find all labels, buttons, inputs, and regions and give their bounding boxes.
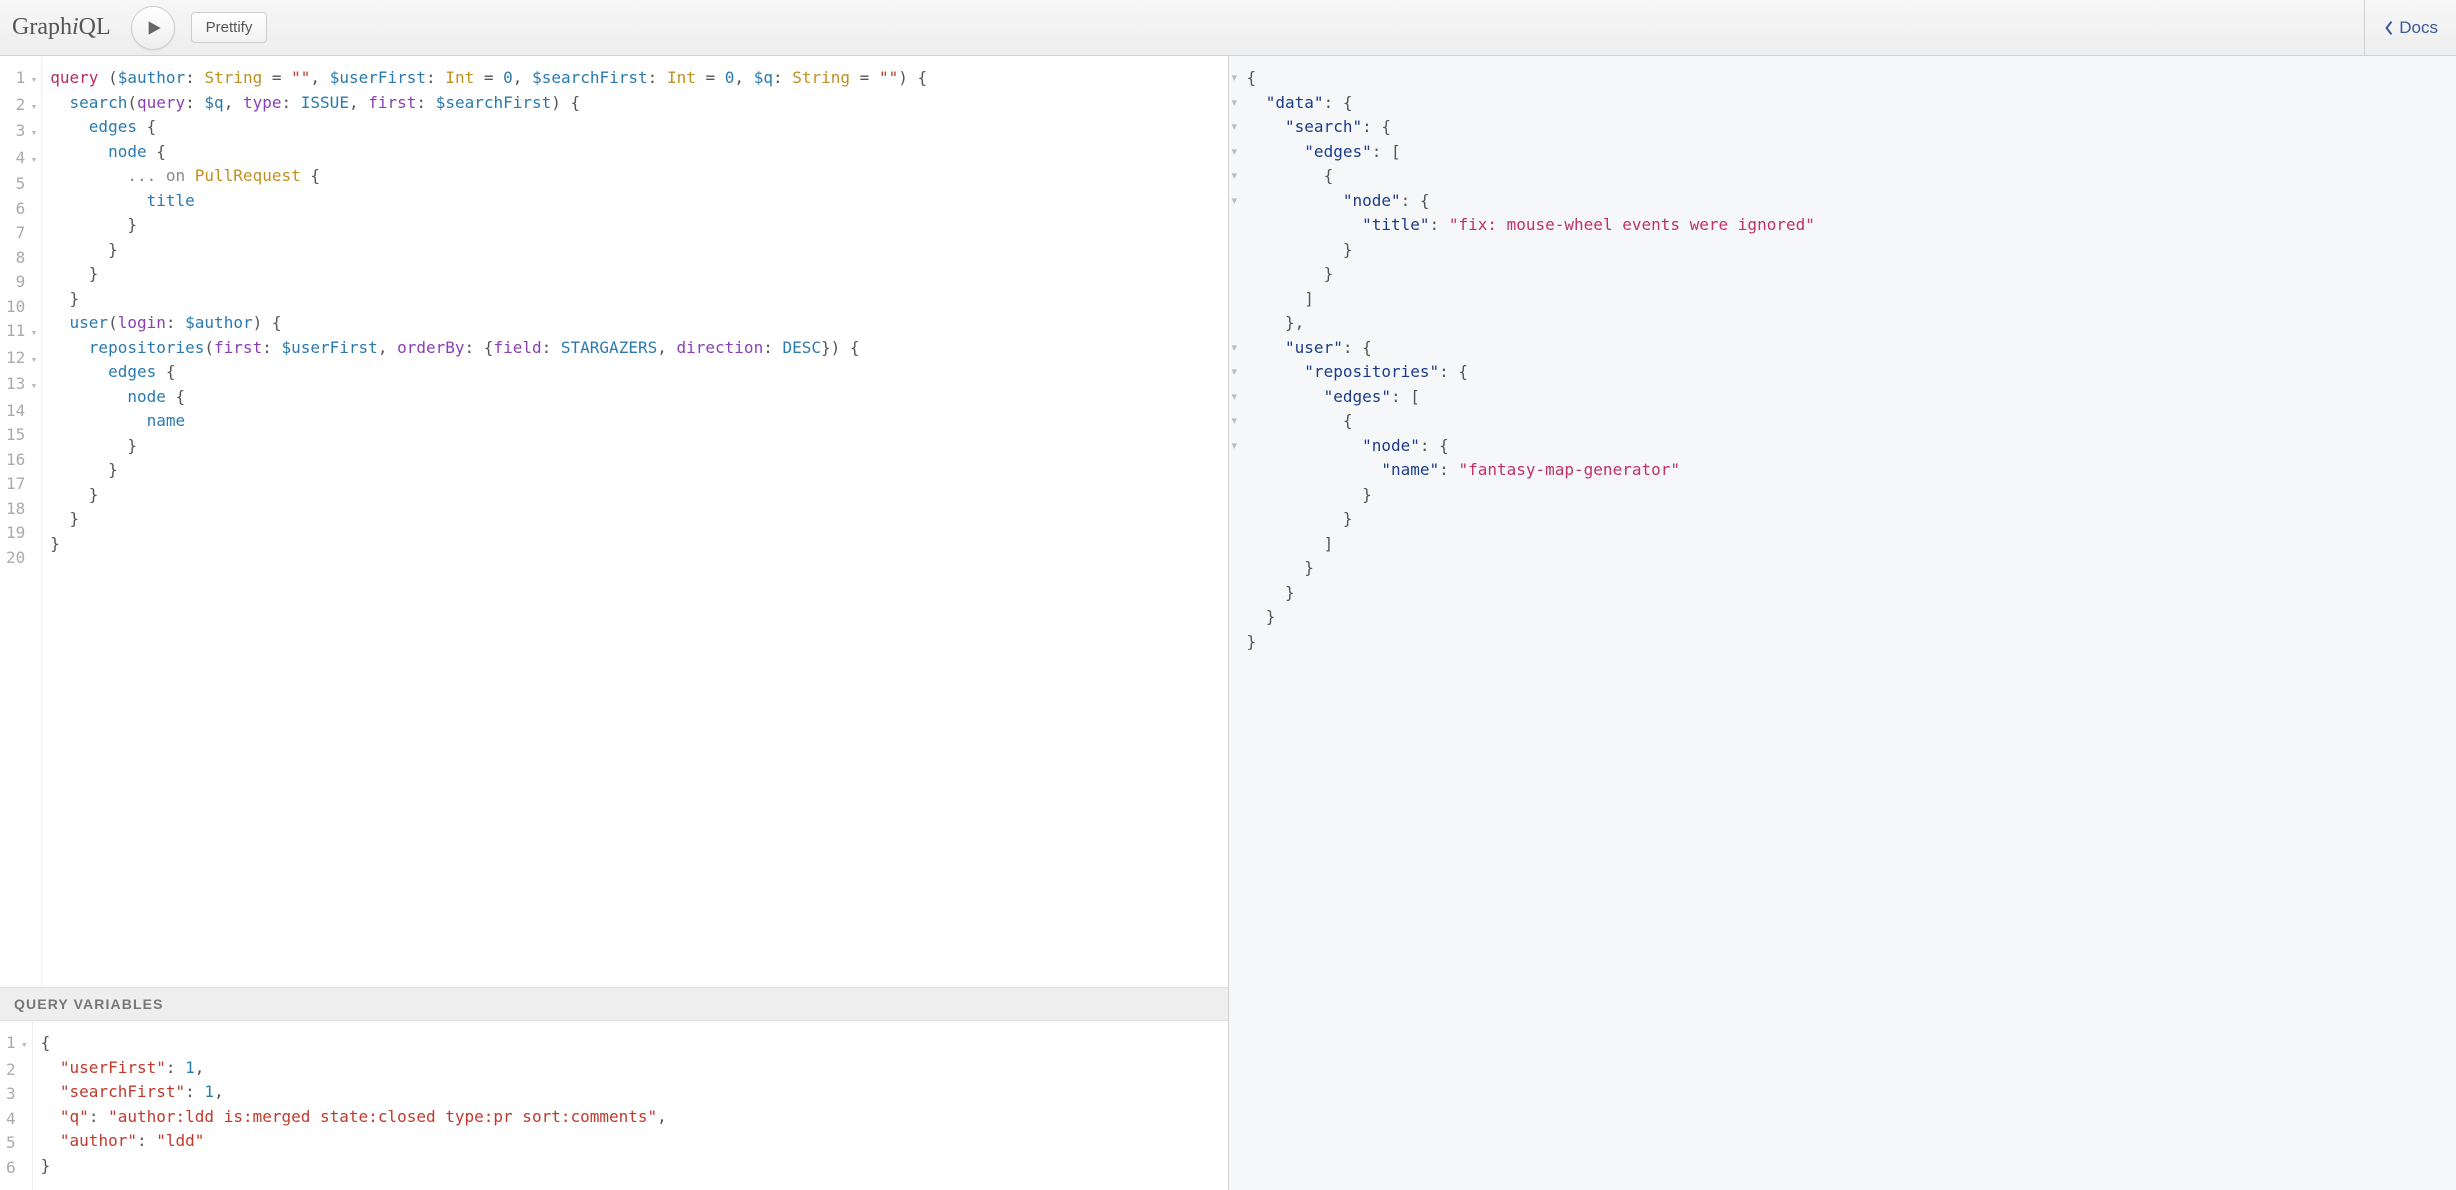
result-gutter: ▾▾▾▾▾▾ ▾▾▾▾▾ (1229, 66, 1238, 654)
variables-gutter: 1▾23456 (0, 1021, 33, 1190)
logo-text-i: i (72, 14, 79, 40)
docs-label: Docs (2399, 18, 2438, 38)
variables-header[interactable]: QUERY VARIABLES (0, 987, 1228, 1021)
variables-code[interactable]: { "userFirst": 1, "searchFirst": 1, "q":… (33, 1021, 1228, 1190)
query-editor[interactable]: 1▾2▾3▾4▾567891011▾12▾13▾14151617181920 q… (0, 56, 1228, 987)
docs-button[interactable]: Docs (2364, 0, 2456, 55)
main-area: 1▾2▾3▾4▾567891011▾12▾13▾14151617181920 q… (0, 56, 2456, 1190)
execute-button[interactable] (131, 6, 175, 50)
play-icon (146, 20, 162, 36)
chevron-left-icon (2383, 20, 2395, 36)
variables-editor[interactable]: 1▾23456 { "userFirst": 1, "searchFirst":… (0, 1021, 1228, 1190)
result-code: { "data": { "search": { "edges": [ { "no… (1229, 56, 2456, 664)
toolbar: GraphiQL Prettify Docs (0, 0, 2456, 56)
logo-text-post: QL (79, 14, 111, 40)
prettify-button[interactable]: Prettify (191, 12, 268, 43)
graphiql-logo: GraphiQL (12, 14, 111, 41)
query-code[interactable]: query ($author: String = "", $userFirst:… (42, 56, 1227, 987)
query-gutter: 1▾2▾3▾4▾567891011▾12▾13▾14151617181920 (0, 56, 42, 987)
left-pane: 1▾2▾3▾4▾567891011▾12▾13▾14151617181920 q… (0, 56, 1229, 1190)
result-pane: ▾▾▾▾▾▾ ▾▾▾▾▾ { "data": { "search": { "ed… (1229, 56, 2456, 1190)
logo-text-pre: Graph (12, 14, 72, 40)
